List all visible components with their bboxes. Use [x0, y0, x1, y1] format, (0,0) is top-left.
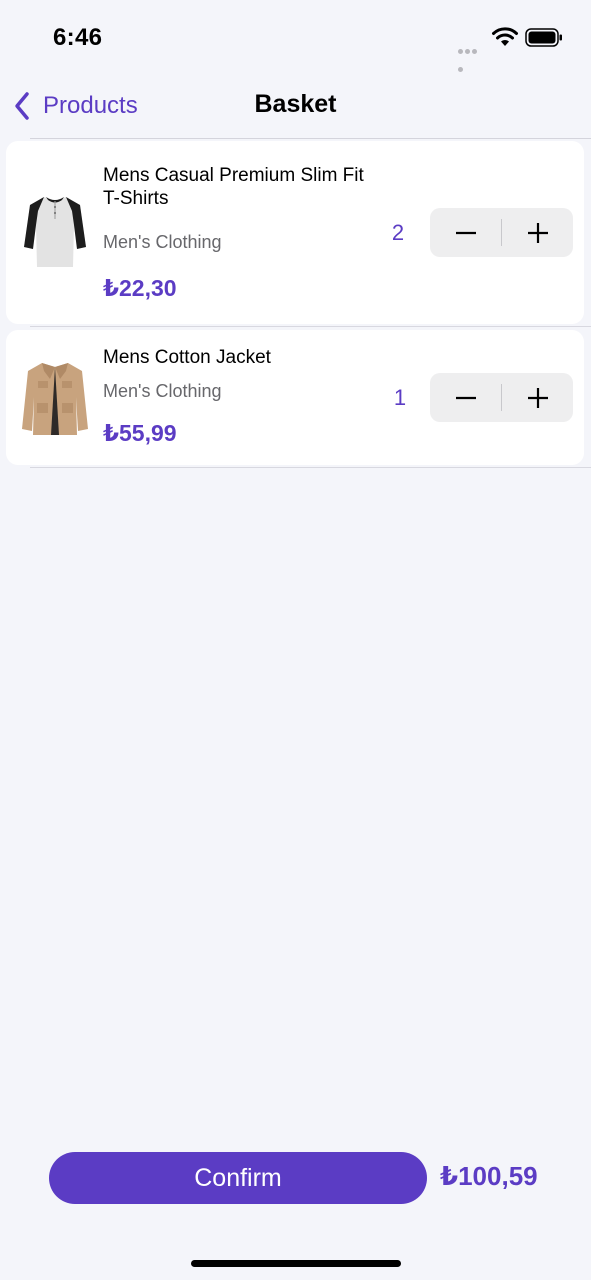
quantity-value: 2 [391, 220, 405, 245]
basket-total: ₺100,59 [440, 1161, 538, 1191]
wifi-icon [492, 27, 518, 46]
quantity-value: 1 [393, 385, 407, 410]
basket-screen: 6:46 Products Basket Mens Casual Premium… [0, 0, 591, 1280]
status-time: 6:46 [53, 24, 103, 51]
quantity-stepper[interactable] [430, 208, 573, 257]
product-category: Men's Clothing [103, 232, 222, 252]
minus-icon [455, 231, 476, 234]
product-price: ₺55,99 [103, 420, 177, 446]
product-category: Men's Clothing [103, 381, 222, 401]
cellular-signal-icon [458, 41, 484, 72]
raglan-tshirt-image [24, 197, 86, 267]
basket-item-card: Mens Casual Premium Slim Fit T-Shirts Me… [6, 141, 584, 324]
status-bar: 6:46 [0, 0, 591, 76]
battery-icon [525, 28, 562, 47]
product-name: Mens Cotton Jacket [103, 347, 271, 368]
product-name: Mens Casual Premium Slim Fit T-Shirts [103, 165, 364, 209]
row-divider [30, 326, 591, 327]
minus-icon [455, 396, 476, 399]
home-indicator[interactable] [191, 1260, 401, 1267]
product-price: ₺22,30 [103, 275, 177, 301]
page-title: Basket [254, 90, 337, 118]
row-divider [30, 467, 591, 468]
decrement-button[interactable] [430, 373, 501, 422]
nav-divider [30, 138, 591, 139]
item-info: Mens Casual Premium Slim Fit T-Shirts [103, 164, 373, 210]
confirm-button[interactable]: Confirm [49, 1152, 427, 1204]
plus-icon [527, 387, 548, 408]
cotton-jacket-image [22, 363, 88, 435]
navigation-bar: Products Basket [0, 76, 591, 138]
basket-item-card: Mens Cotton Jacket Men's Clothing ₺55,99… [6, 330, 584, 465]
plus-icon [527, 222, 548, 243]
decrement-button[interactable] [430, 208, 501, 257]
quantity-stepper[interactable] [430, 373, 573, 422]
increment-button[interactable] [502, 373, 573, 422]
increment-button[interactable] [502, 208, 573, 257]
